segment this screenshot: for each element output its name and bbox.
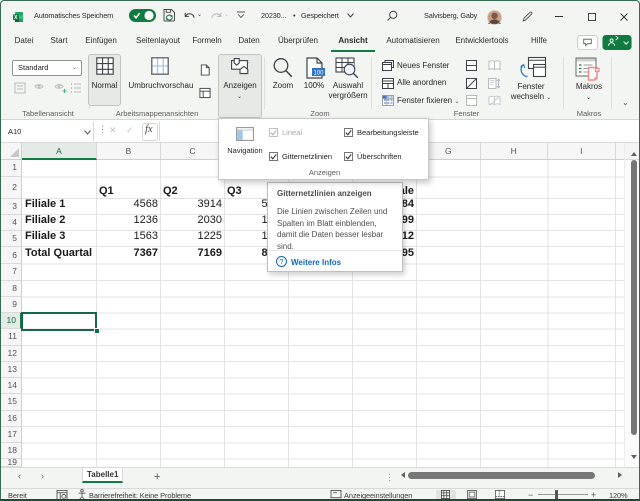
svg-text:100: 100 — [313, 70, 324, 76]
svg-text:?: ? — [279, 257, 283, 266]
